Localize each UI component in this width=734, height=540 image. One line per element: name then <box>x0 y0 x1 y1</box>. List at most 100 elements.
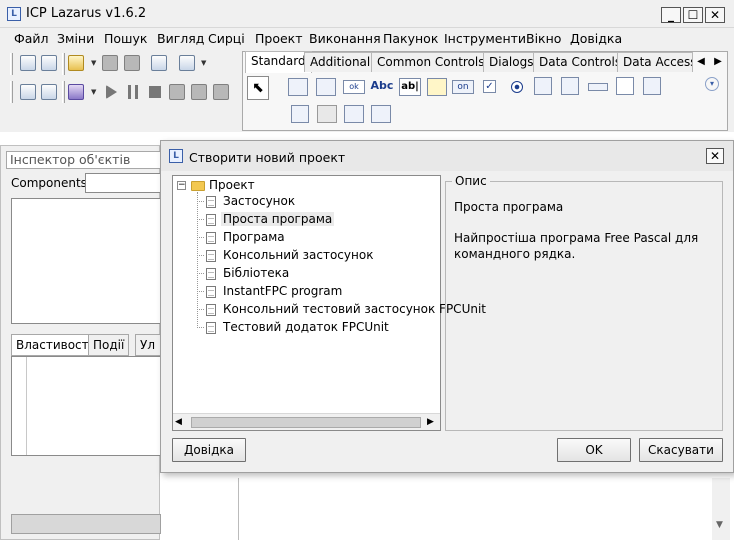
menu-source[interactable]: Сирці <box>208 31 245 46</box>
menu-package[interactable]: Пакунок <box>383 31 438 46</box>
help-button[interactable]: Довідка <box>172 438 246 462</box>
tree-item-library[interactable]: Бібліотека <box>221 266 291 280</box>
new-unit-icon[interactable] <box>20 55 36 71</box>
toggle-form-unit-icon[interactable] <box>151 55 167 71</box>
components-label: Components <box>11 176 87 190</box>
chevron-down-icon[interactable]: ▼ <box>716 520 723 530</box>
groupbox-icon[interactable] <box>616 77 634 95</box>
tree-connector <box>197 192 198 328</box>
togglebox-icon[interactable]: on <box>452 80 474 94</box>
edit-icon[interactable]: ab| <box>399 78 421 96</box>
palette-scroll-left-icon[interactable]: ◀ <box>693 53 709 70</box>
label-icon[interactable]: Abc <box>370 78 394 96</box>
chevron-down-icon[interactable]: ▼ <box>91 88 96 96</box>
save-all-icon[interactable] <box>124 55 140 71</box>
tab-events[interactable]: Події <box>88 334 130 356</box>
view-components-icon[interactable] <box>41 84 57 100</box>
document-icon <box>206 250 216 262</box>
memo-icon[interactable] <box>427 78 447 96</box>
chevron-down-icon[interactable]: ▼ <box>91 59 96 67</box>
minimize-button[interactable]: _ <box>661 7 681 23</box>
components-tree[interactable] <box>11 198 161 324</box>
combobox-icon[interactable] <box>561 77 579 95</box>
checkbox-icon[interactable]: ✓ <box>483 80 496 93</box>
tree-expander-icon[interactable]: − <box>177 181 186 190</box>
scroll-thumb[interactable] <box>191 417 421 428</box>
properties-grid[interactable] <box>11 356 161 456</box>
tree-item-fpcunit-test-app[interactable]: Тестовий додаток FPCUnit <box>221 320 391 334</box>
checkgroup-icon[interactable] <box>291 105 309 123</box>
build-modes-icon[interactable] <box>68 84 84 100</box>
cancel-button[interactable]: Скасувати <box>639 438 723 462</box>
scroll-right-icon[interactable]: ▶ <box>427 417 434 427</box>
radiogroup-icon[interactable] <box>643 77 661 95</box>
listbox-icon[interactable] <box>534 77 552 95</box>
dialog-close-button[interactable]: ✕ <box>706 148 724 164</box>
palette-scroll-right-icon[interactable]: ▶ <box>710 53 726 70</box>
panel-icon[interactable] <box>317 105 337 123</box>
tab-common-controls[interactable]: Common Controls <box>371 52 491 72</box>
save-icon[interactable] <box>102 55 118 71</box>
step-out-icon[interactable] <box>213 84 229 100</box>
tree-item-console-application[interactable]: Консольний застосунок <box>221 248 375 262</box>
tree-item-application[interactable]: Застосунок <box>221 194 297 208</box>
object-inspector: Інспектор об'єктів Components Властивост… <box>0 145 165 540</box>
tree-item-program[interactable]: Програма <box>221 230 287 244</box>
tree-connector <box>197 219 204 220</box>
pause-icon[interactable] <box>128 85 138 99</box>
tab-data-access[interactable]: Data Access <box>617 52 693 72</box>
mainmenu-icon[interactable] <box>288 78 308 96</box>
ok-button[interactable]: OK <box>557 438 631 462</box>
editor-scrollbar[interactable]: ▼ <box>712 478 730 540</box>
project-type-tree[interactable]: − Проект Застосунок Проста програма Прог… <box>172 175 486 431</box>
menu-help[interactable]: Довідка <box>570 31 622 46</box>
actionlist-icon[interactable] <box>371 105 391 123</box>
close-button[interactable]: ✕ <box>705 7 725 23</box>
menu-window[interactable]: Вікно <box>526 31 561 46</box>
menu-edit[interactable]: Зміни <box>57 31 94 46</box>
menu-file[interactable]: Файл <box>14 31 49 46</box>
description-legend: Опис <box>452 174 490 188</box>
toolbar-grip <box>62 81 65 103</box>
menu-tools[interactable]: Інструменти <box>444 31 526 46</box>
step-over-icon[interactable] <box>191 84 207 100</box>
new-form-icon[interactable] <box>41 55 57 71</box>
chevron-down-icon[interactable]: ▼ <box>201 59 206 67</box>
property-hint-bar <box>11 514 161 534</box>
radiobutton-icon[interactable] <box>511 81 523 93</box>
frame-icon[interactable] <box>344 105 364 123</box>
tree-root-project[interactable]: Проект <box>209 178 255 192</box>
menu-search[interactable]: Пошук <box>104 31 147 46</box>
tree-item-simple-program[interactable]: Проста програма <box>221 212 335 226</box>
tree-connector <box>197 237 204 238</box>
tab-properties[interactable]: Властивості <box>11 334 97 356</box>
source-editor[interactable] <box>238 478 734 540</box>
view-units-icon[interactable] <box>179 55 195 71</box>
tab-dialogs[interactable]: Dialogs <box>483 52 540 72</box>
components-filter-input[interactable] <box>85 173 165 193</box>
selection-arrow-icon[interactable]: ⬉ <box>247 76 269 100</box>
tab-data-controls[interactable]: Data Controls <box>533 52 628 72</box>
maximize-button[interactable]: ☐ <box>683 7 703 23</box>
open-folder-icon[interactable] <box>68 55 84 71</box>
stop-icon[interactable] <box>149 86 161 98</box>
menu-project[interactable]: Проект <box>255 31 303 46</box>
tab-additional[interactable]: Additional <box>304 52 377 72</box>
menu-view[interactable]: Вигляд <box>157 31 204 46</box>
tab-favorites[interactable]: Ул <box>135 334 161 356</box>
menu-run[interactable]: Виконання <box>309 31 381 46</box>
popupmenu-icon[interactable] <box>316 78 336 96</box>
tree-item-instantfpc-program[interactable]: InstantFPC program <box>221 284 344 298</box>
tab-standard[interactable]: Standard <box>245 51 312 73</box>
grid-divider <box>26 357 27 455</box>
tree-horizontal-scrollbar[interactable]: ◀ ▶ <box>173 413 440 430</box>
document-icon <box>206 196 216 208</box>
view-forms-icon[interactable] <box>20 84 36 100</box>
scrollbar-icon[interactable] <box>588 83 608 91</box>
button-icon[interactable]: ok <box>343 80 365 94</box>
chevron-down-icon[interactable]: ▾ <box>705 77 719 91</box>
run-icon[interactable] <box>106 85 117 99</box>
step-into-icon[interactable] <box>169 84 185 100</box>
inspector-title: Інспектор об'єктів <box>6 151 161 169</box>
scroll-left-icon[interactable]: ◀ <box>175 417 182 427</box>
